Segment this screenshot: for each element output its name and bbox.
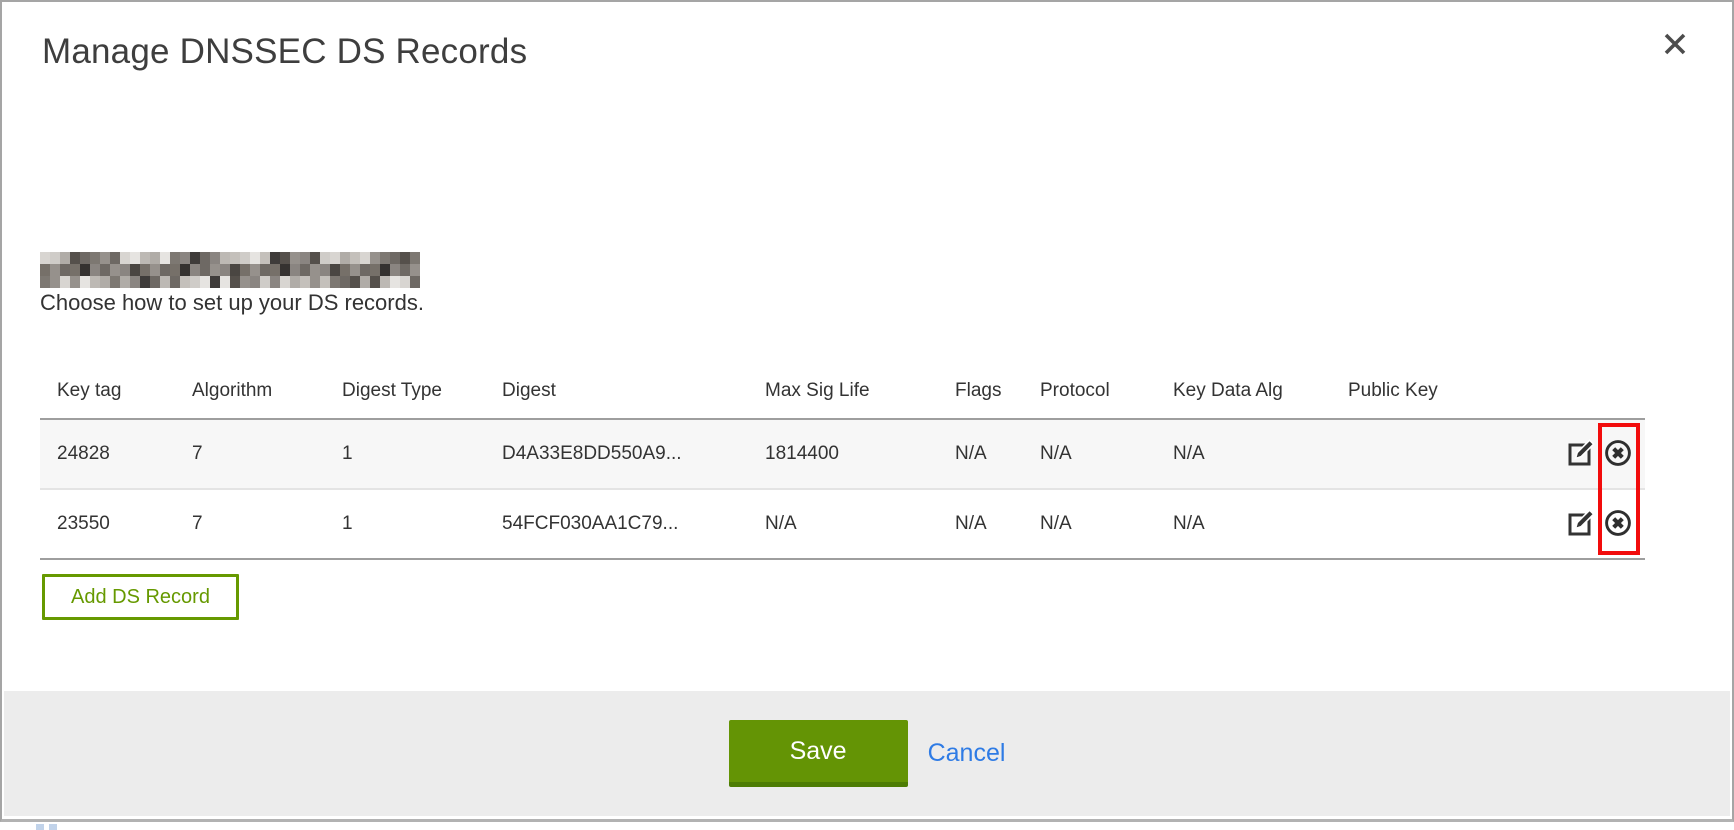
cell-flags: N/A: [938, 489, 1023, 559]
column-header-digest-type: Digest Type: [325, 367, 485, 419]
cell-public-key: [1331, 489, 1545, 559]
delete-record-button[interactable]: [1603, 439, 1633, 469]
edit-icon: [1567, 508, 1596, 540]
cell-digest: 54FCF030AA1C79...: [485, 489, 748, 559]
delete-record-button[interactable]: [1603, 509, 1633, 539]
cancel-link[interactable]: Cancel: [928, 739, 1006, 768]
cell-key-tag: 24828: [40, 419, 175, 489]
column-header-flags: Flags: [938, 367, 1023, 419]
close-button[interactable]: [1660, 30, 1690, 60]
column-header-algorithm: Algorithm: [175, 367, 325, 419]
cell-key-data-alg: N/A: [1156, 419, 1331, 489]
table-header-row: Key tagAlgorithmDigest TypeDigestMax Sig…: [40, 367, 1645, 419]
edit-record-button[interactable]: [1566, 509, 1596, 539]
cell-digest-type: 1: [325, 419, 485, 489]
column-header-max-sig-life: Max Sig Life: [748, 367, 938, 419]
cell-key-data-alg: N/A: [1156, 489, 1331, 559]
column-header-key-tag: Key tag: [40, 367, 175, 419]
background-page-fragment: [36, 824, 44, 830]
edit-icon: [1567, 438, 1596, 470]
manage-dnssec-dialog: Manage DNSSEC DS Records Choose how to s…: [0, 0, 1734, 822]
ds-records-table: Key tagAlgorithmDigest TypeDigestMax Sig…: [40, 367, 1645, 560]
cell-protocol: N/A: [1023, 489, 1156, 559]
column-header-digest: Digest: [485, 367, 748, 419]
cell-max-sig-life: 1814400: [748, 419, 938, 489]
table-row: 2482871D4A33E8DD550A9...1814400N/AN/AN/A: [40, 419, 1645, 489]
instruction-text: Choose how to set up your DS records.: [40, 290, 424, 316]
column-header-key-data-alg: Key Data Alg: [1156, 367, 1331, 419]
close-icon: [1662, 45, 1688, 60]
cell-protocol: N/A: [1023, 419, 1156, 489]
cell-actions: [1545, 489, 1645, 559]
dialog-footer: Save Cancel: [4, 691, 1730, 816]
column-header-protocol: Protocol: [1023, 367, 1156, 419]
cell-max-sig-life: N/A: [748, 489, 938, 559]
column-header-public-key: Public Key: [1331, 367, 1545, 419]
table-row: 235507154FCF030AA1C79...N/AN/AN/AN/A: [40, 489, 1645, 559]
cell-algorithm: 7: [175, 489, 325, 559]
circle-x-icon: [1603, 508, 1633, 541]
edit-record-button[interactable]: [1566, 439, 1596, 469]
page-title: Manage DNSSEC DS Records: [42, 32, 527, 72]
save-button[interactable]: Save: [729, 720, 908, 787]
add-ds-record-button[interactable]: Add DS Record: [42, 574, 239, 620]
cell-algorithm: 7: [175, 419, 325, 489]
background-page-fragment: [49, 824, 57, 830]
cell-public-key: [1331, 419, 1545, 489]
cell-actions: [1545, 419, 1645, 489]
cell-flags: N/A: [938, 419, 1023, 489]
circle-x-icon: [1603, 438, 1633, 471]
cell-key-tag: 23550: [40, 489, 175, 559]
column-header-actions: [1545, 367, 1645, 419]
cell-digest: D4A33E8DD550A9...: [485, 419, 748, 489]
redacted-domain: [40, 252, 420, 288]
cell-digest-type: 1: [325, 489, 485, 559]
